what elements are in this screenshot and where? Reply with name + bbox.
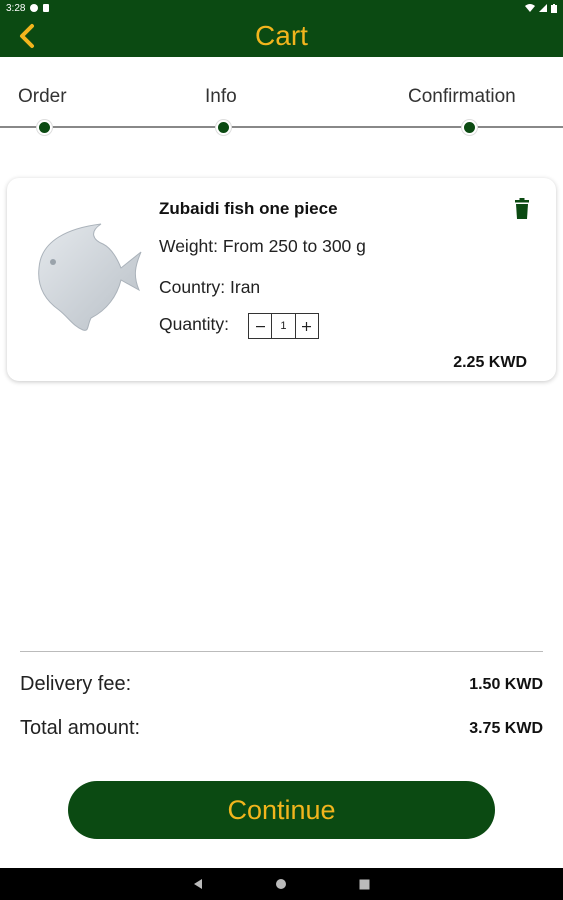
step-label-info: Info [205, 86, 237, 107]
stepper-line [0, 126, 563, 128]
sim-icon [43, 4, 50, 12]
quantity-stepper: 1 [248, 313, 319, 339]
notification-icon [30, 4, 39, 12]
quantity-value: 1 [271, 314, 294, 338]
item-price: 2.25 KWD [453, 354, 527, 371]
step-dot-info [216, 120, 231, 135]
increment-button[interactable] [294, 314, 318, 338]
app-bar: Cart [0, 16, 563, 57]
delivery-fee-value: 1.50 KWD [469, 676, 543, 693]
product-country: Country: Iran [159, 277, 261, 297]
product-name: Zubaidi fish one piece [159, 199, 338, 218]
battery-icon [551, 3, 557, 13]
status-time: 3:28 [6, 2, 26, 14]
signal-icon [539, 4, 547, 12]
total-amount-label: Total amount: [20, 717, 141, 739]
step-label-confirmation: Confirmation [408, 86, 516, 107]
continue-button[interactable]: Continue [68, 781, 495, 839]
summary-divider [20, 651, 543, 652]
page-title: Cart [255, 20, 308, 51]
wifi-icon [525, 4, 535, 12]
back-icon[interactable] [193, 878, 203, 890]
step-dot-order [37, 120, 52, 135]
cart-item-card: Zubaidi fish one piece Weight: From 250 … [7, 178, 556, 381]
trash-icon[interactable] [512, 198, 532, 220]
status-bar: 3:28 [0, 0, 563, 16]
fish-icon [38, 223, 142, 331]
product-weight: Weight: From 250 to 300 g [159, 236, 366, 256]
delivery-fee-label: Delivery fee: [20, 673, 132, 695]
quantity-label: Quantity: [159, 314, 230, 334]
plus-icon [302, 321, 312, 331]
decrement-button[interactable] [249, 314, 271, 338]
step-dot-confirmation [462, 120, 477, 135]
system-nav-bar [0, 868, 563, 900]
minus-icon [255, 325, 265, 327]
step-label-order: Order [18, 86, 67, 107]
recents-icon[interactable] [359, 879, 370, 890]
total-amount-value: 3.75 KWD [469, 720, 543, 737]
home-icon[interactable] [275, 878, 287, 890]
